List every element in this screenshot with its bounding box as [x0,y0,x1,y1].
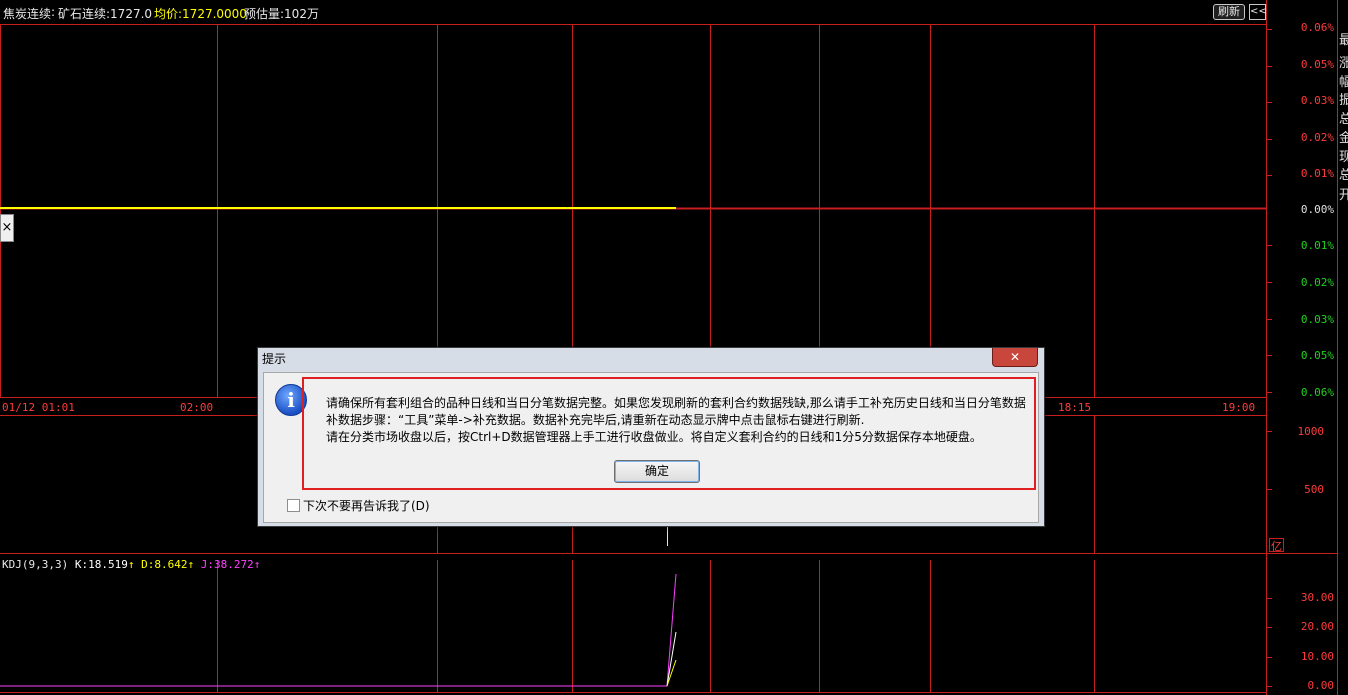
kdj-d-value: D:8.642 [141,558,188,571]
strip-char: 金 [1339,131,1348,146]
kdj-tick: 30.00 [1300,591,1334,604]
message-line-3: 请在分类市场收盘以后，按Ctrl+D数据管理器上手工进行收盘做业。将自定义套利合… [326,430,982,444]
kdj-d-arrow: ↑ [187,558,195,571]
message-line-1: 请确保所有套利组合的品种日线和当日分笔数据完整。如果您发现刷新的套利合约数据残缺… [326,396,1026,410]
volume-tick: 500 [1304,483,1324,496]
price-tick: 0.05% [1300,58,1334,71]
kdj-header: KDJ(9,3,3) K:18.519↑ D:8.642↑ J:38.272↑ [2,558,260,571]
strip-char: 总 [1339,168,1348,183]
avg-price-label: 均价:1727.0000 [154,7,247,21]
time-label: 18:15 [1058,401,1092,414]
dialog-body: i 请确保所有套利组合的品种日线和当日分笔数据完整。如果您发现刷新的套利合约数据… [263,372,1039,523]
strip-char: 振 [1339,93,1348,108]
time-label: 01/12 01:01 [2,401,75,414]
ok-button[interactable]: 确定 [614,460,700,483]
instrument-name: 焦炭连续 [3,7,52,21]
kdj-k-value: K:18.519 [74,558,128,571]
strip-char: 开 [1339,188,1348,203]
volume-unit-glyph: 亿 [1271,540,1282,553]
kdj-tick: 10.00 [1300,650,1334,663]
est-volume-label: 预估量:102万 [244,7,319,21]
price-tick: 0.01% [1300,167,1334,180]
kdj-k-line [666,631,677,687]
kdj-tick: 20.00 [1300,620,1334,633]
prompt-dialog: 提示 ✕ i 请确保所有套利组合的品种日线和当日分笔数据完整。如果您发现刷新的套… [257,347,1045,527]
strip-char: 幅 [1339,75,1348,90]
strip-char: 总 [1339,112,1348,127]
price-tick: 0.02% [1300,276,1334,289]
time-label: 19:00 [1222,401,1256,414]
price-tick: 0.03% [1300,94,1334,107]
kdj-j-line [0,573,677,687]
side-close-icon[interactable]: × [0,214,14,242]
time-label: 02:00 [180,401,214,414]
price-tick: 0.05% [1300,349,1334,362]
dont-show-again-label[interactable]: 下次不要再告诉我了(D) [303,497,430,514]
price-tick: 0.03% [1300,313,1334,326]
price-tick: 0.06% [1300,386,1334,399]
chart-header: 焦炭连续 : 矿石连续:1727.0 均价:1727.0000 预估量:102万 [0,0,1268,24]
strip-char: 现 [1339,150,1348,165]
kdj-tick: 0.00 [1307,679,1335,692]
kdj-j-value: J:38.272 [200,558,254,571]
kdj-j-arrow: ↑ [253,558,261,571]
ratio-label: 矿石连续:1727.0 [58,7,153,21]
kdj-k-arrow: ↑ [127,558,135,571]
strip-char: 最 [1339,33,1348,48]
dialog-close-button[interactable]: ✕ [992,348,1038,367]
price-tick: 0.02% [1300,131,1334,144]
price-tick: 0.01% [1300,239,1334,252]
dialog-title: 提示 [262,352,287,366]
header-separator: : [51,5,56,19]
price-tick: 0.06% [1300,21,1334,34]
strip-char: 涨 [1339,56,1348,71]
price-tick: 0.00% [1300,203,1334,216]
message-line-2: 补数据步骤：“工具”菜单->补充数据。数据补充完毕后,请重新在动态显示牌中点击鼠… [326,413,865,427]
refresh-button[interactable]: 刷新 [1213,4,1245,20]
dont-show-again-checkbox[interactable] [287,499,300,512]
kdj-name: KDJ(9,3,3) [2,558,69,571]
volume-tick: 1000 [1297,425,1325,438]
collapse-icon[interactable]: << [1249,4,1267,20]
